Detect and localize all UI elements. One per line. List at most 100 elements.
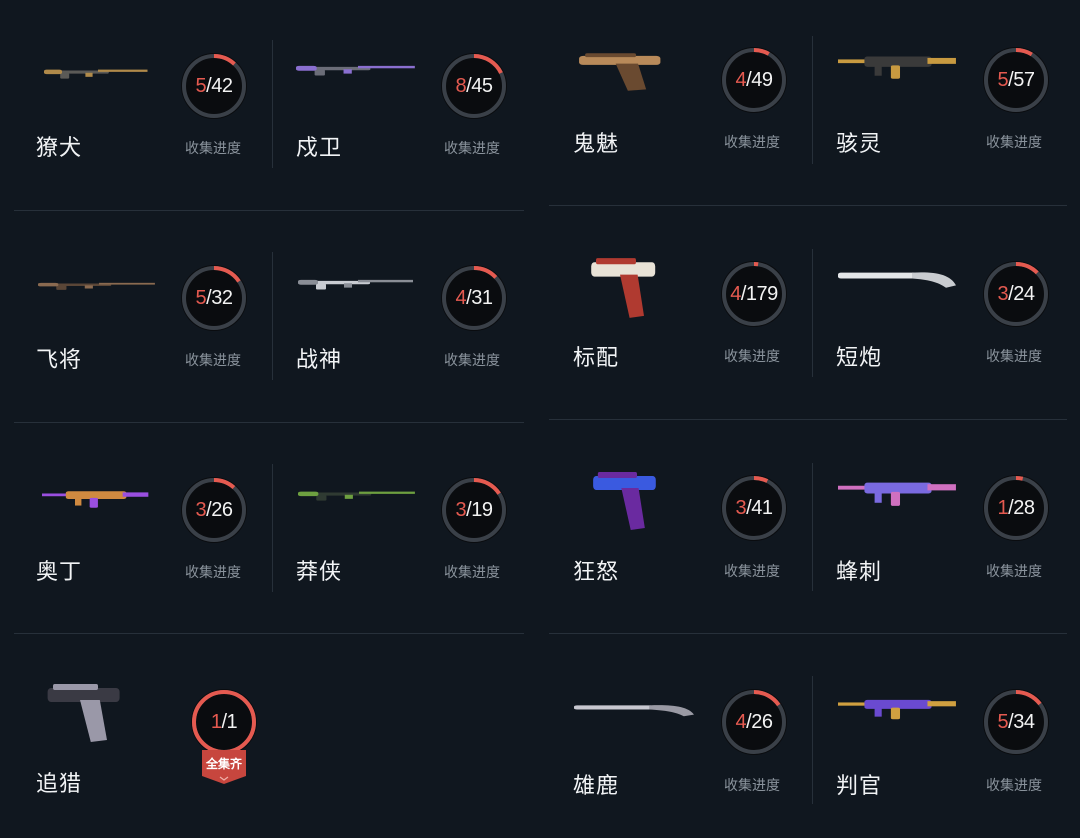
odin-lmg-icon [42, 488, 152, 526]
owned-count: 4 [455, 286, 467, 309]
owned-count: 4 [735, 68, 747, 91]
progress-ring: 4/49 [720, 46, 788, 114]
owned-count: 1 [997, 496, 1009, 519]
weapon-name: 鬼魅 [573, 132, 620, 157]
column-divider [812, 463, 813, 591]
collection-progress-label: 收集进度 [724, 564, 780, 580]
ares-rifle-icon [298, 276, 418, 310]
owned-count: 4 [735, 710, 747, 733]
collection-progress-label: 收集进度 [724, 778, 780, 794]
outlaw-sniper-icon [298, 488, 420, 520]
total-count: 45 [471, 74, 493, 97]
column-divider [812, 249, 813, 377]
collection-progress-label: 收集进度 [444, 141, 500, 157]
total-count: 31 [471, 286, 493, 309]
weapon-name: 战神 [296, 348, 343, 373]
total-count: 26 [751, 710, 773, 733]
row-divider [549, 205, 1067, 206]
total-count: 32 [211, 286, 233, 309]
column-divider [812, 676, 813, 804]
owned-count: 3 [455, 498, 467, 521]
bucky-shotgun-icon [574, 702, 696, 732]
collection-progress-label: 收集进度 [986, 564, 1042, 580]
total-count: 19 [471, 498, 493, 521]
progress-ring: 5/32 [180, 264, 248, 332]
owned-count: 5 [997, 68, 1009, 91]
progress-ring: 3/26 [180, 476, 248, 544]
odin-like-rifle-icon [44, 66, 152, 98]
spectre-smg-icon [838, 52, 960, 102]
progress-ring: 1/28 [982, 474, 1050, 542]
column-divider [272, 40, 273, 168]
owned-count: 8 [455, 74, 467, 97]
row-divider [14, 422, 524, 423]
progress-ring: 5/42 [180, 52, 248, 120]
owned-count: 5 [195, 74, 207, 97]
progress-ring: 5/34 [982, 688, 1050, 756]
complete-badge-label: 全集齐 [205, 757, 242, 771]
total-count: 49 [751, 68, 773, 91]
weapon-name: 飞将 [36, 348, 83, 373]
owned-count: 3 [997, 282, 1009, 305]
marshal-sniper-icon [38, 280, 160, 306]
row-divider [14, 633, 524, 634]
collection-progress-label: 收集进度 [724, 135, 780, 151]
collection-progress-label: 收集进度 [444, 353, 500, 369]
collection-progress-label: 收集进度 [724, 349, 780, 365]
ghost-pistol-icon [575, 52, 697, 96]
owned-count: 5 [997, 710, 1009, 733]
progress-ring: 3/24 [982, 260, 1050, 328]
progress-ring: 8/45 [440, 52, 508, 120]
guardian-rifle-icon [296, 62, 420, 96]
weapon-name: 蜂刺 [836, 560, 883, 585]
weapon-name: 莽侠 [296, 560, 343, 585]
weapon-name: 标配 [573, 346, 620, 371]
stinger-smg-icon [838, 478, 960, 530]
total-count: 179 [745, 282, 778, 305]
column-divider [272, 464, 273, 592]
frenzy-pistol-icon [590, 470, 684, 536]
weapon-name: 骇灵 [836, 132, 883, 157]
row-divider [14, 210, 524, 211]
owned-count: 5 [195, 286, 207, 309]
judge-shotgun-icon [838, 696, 960, 740]
weapon-name: 戍卫 [296, 136, 343, 161]
row-divider [549, 633, 1067, 634]
weapon-name: 獠犬 [36, 136, 83, 161]
total-count: 42 [211, 74, 233, 97]
total-count: 1 [226, 710, 238, 733]
progress-ring: 5/57 [982, 46, 1050, 114]
column-divider [812, 36, 813, 164]
column-divider [272, 252, 273, 380]
weapon-name: 追猎 [36, 772, 83, 797]
total-count: 24 [1013, 282, 1035, 305]
progress-ring: 3/19 [440, 476, 508, 544]
weapon-name: 狂怒 [573, 560, 620, 585]
progress-ring: 4/179 [720, 260, 788, 328]
weapon-name: 短炮 [836, 346, 883, 371]
collection-progress-label: 收集进度 [185, 565, 241, 581]
total-count: 41 [751, 496, 773, 519]
total-count: 28 [1013, 496, 1035, 519]
progress-ring: 4/31 [440, 264, 508, 332]
progress-ring: 3/41 [720, 474, 788, 542]
shorty-shotgun-icon [838, 268, 958, 308]
weapon-name: 雄鹿 [573, 774, 620, 799]
collection-progress-label: 收集进度 [986, 135, 1042, 151]
classic-pistol-icon [588, 256, 684, 324]
weapon-name: 判官 [836, 774, 883, 799]
collection-progress-label: 收集进度 [444, 565, 500, 581]
collection-progress-label: 收集进度 [185, 353, 241, 369]
progress-ring: 4/26 [720, 688, 788, 756]
collection-progress-label: 收集进度 [986, 778, 1042, 794]
owned-count: 3 [735, 496, 747, 519]
collection-progress-label: 收集进度 [185, 141, 241, 157]
total-count: 57 [1013, 68, 1035, 91]
row-divider [549, 419, 1067, 420]
hunter-pistol-icon [44, 682, 152, 748]
total-count: 26 [211, 498, 233, 521]
owned-count: 1 [210, 710, 222, 733]
owned-count: 4 [730, 282, 741, 305]
collection-progress-label: 收集进度 [986, 349, 1042, 365]
weapon-name: 奥丁 [36, 560, 83, 585]
